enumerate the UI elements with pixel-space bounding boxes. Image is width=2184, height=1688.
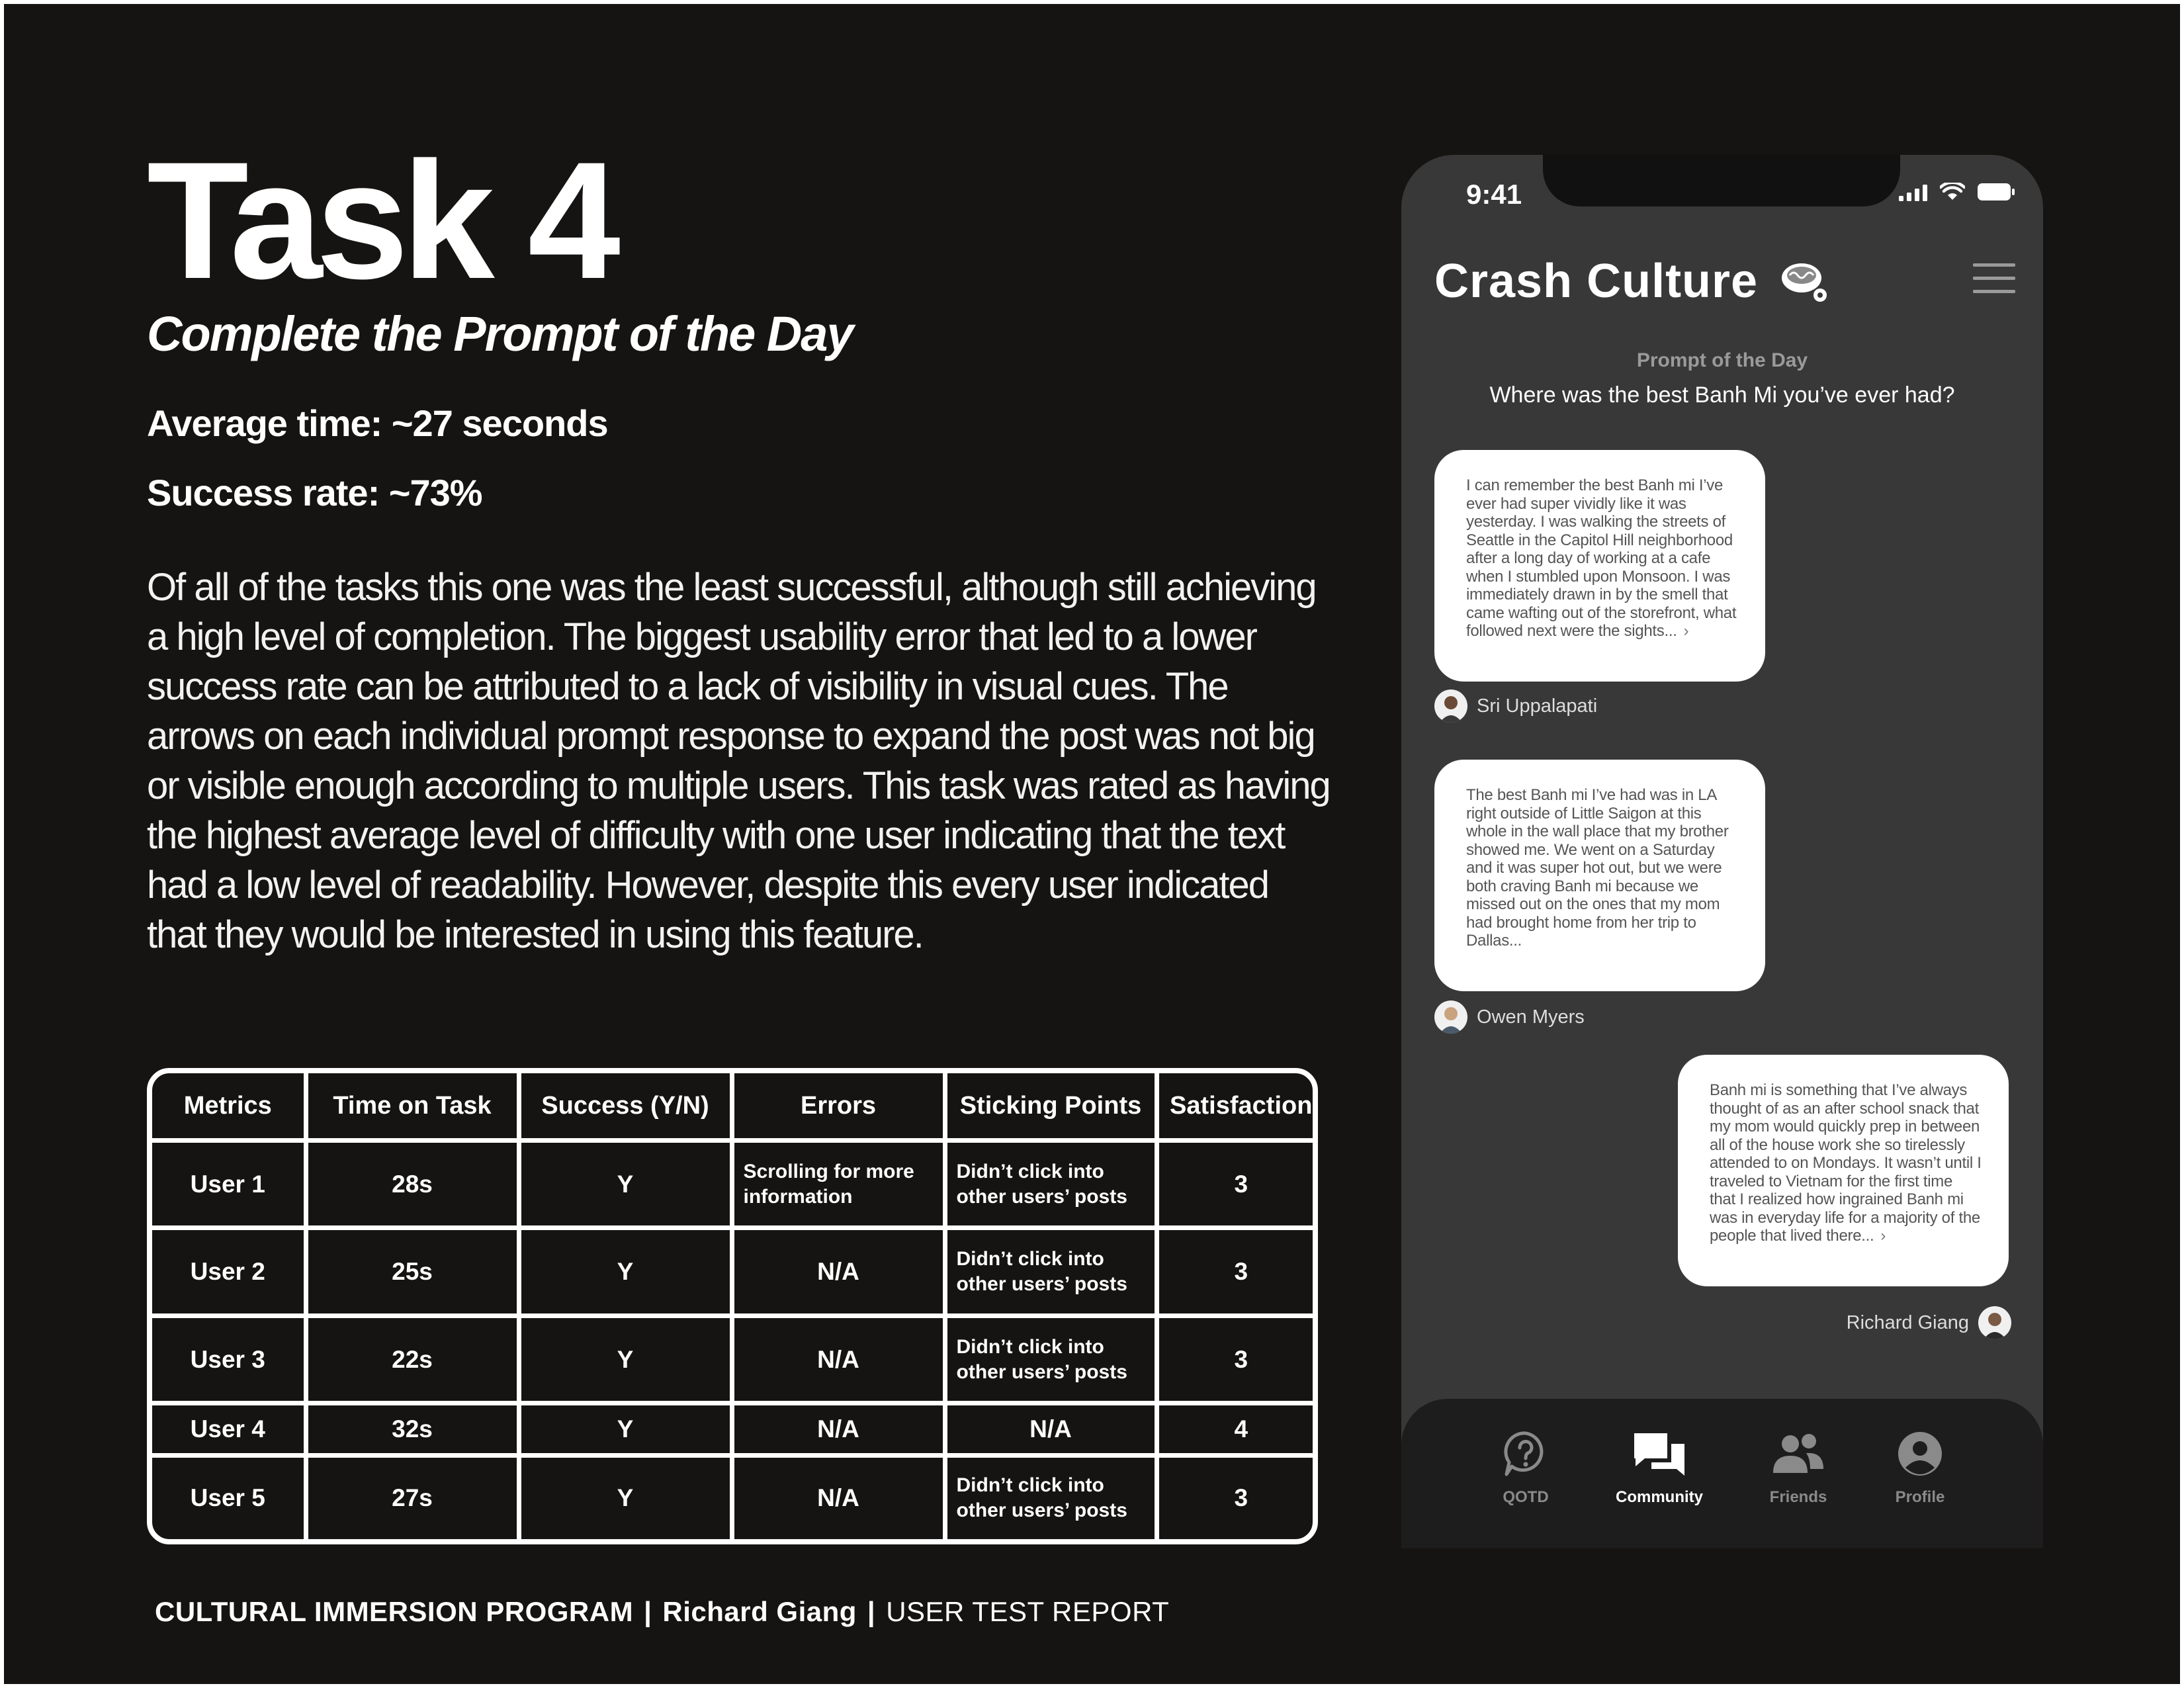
- post-author[interactable]: Richard Giang: [1847, 1306, 2011, 1339]
- signal-icon: [1899, 185, 1927, 201]
- tab-bar: QOTD Community Friends Profile: [1401, 1399, 2043, 1548]
- footer-report: USER TEST REPORT: [886, 1596, 1170, 1627]
- cell-user: User 4: [152, 1401, 308, 1458]
- post-text: Banh mi is something that I’ve always th…: [1710, 1081, 1982, 1245]
- table-row: User 1 28s Y Scrolling for more informat…: [152, 1137, 1313, 1231]
- cell-satisfaction: 3: [1154, 1225, 1313, 1318]
- footer-program: CULTURAL IMMERSION PROGRAM: [155, 1596, 634, 1627]
- noodle-bowl-icon: [1782, 263, 1827, 302]
- app-title: Crash Culture: [1434, 254, 1836, 308]
- battery-icon: [1978, 183, 2015, 200]
- success-rate: Success rate: ~73%: [147, 472, 483, 513]
- cell-sticking-points: Didn’t click into other users’ posts: [942, 1452, 1159, 1539]
- post-text: I can remember the best Banh mi I’ve eve…: [1466, 476, 1737, 640]
- cell-success: Y: [516, 1137, 734, 1231]
- tab-label: QOTD: [1503, 1488, 1549, 1506]
- cell-satisfaction: 3: [1154, 1137, 1313, 1231]
- cell-time: 27s: [303, 1452, 521, 1539]
- footer-author: Richard Giang: [662, 1596, 857, 1627]
- status-time: 9:41: [1466, 179, 1522, 210]
- cell-time: 22s: [303, 1313, 521, 1406]
- prompt-question: Where was the best Banh Mi you’ve ever h…: [1489, 382, 1955, 408]
- tab-community[interactable]: Community: [1593, 1429, 1725, 1507]
- table-row: User 3 22s Y N/A Didn’t click into other…: [152, 1313, 1313, 1406]
- tab-qotd[interactable]: QOTD: [1460, 1429, 1592, 1507]
- expand-chevron-icon[interactable]: ›: [1684, 622, 1689, 640]
- average-time: Average time: ~27 seconds: [147, 402, 609, 444]
- metrics-table: Metrics Time on Task Success (Y/N) Error…: [147, 1068, 1318, 1544]
- page-title: Task 4: [147, 128, 621, 314]
- table-header-row: Metrics Time on Task Success (Y/N) Error…: [152, 1073, 1313, 1143]
- avatar: [1434, 1000, 1467, 1034]
- header-satisfaction: Satisfaction: [1154, 1073, 1313, 1143]
- table-row: User 5 27s Y N/A Didn’t click into other…: [152, 1452, 1313, 1539]
- footer-separator: |: [867, 1596, 876, 1627]
- cell-time: 25s: [303, 1225, 521, 1318]
- header-sticking-points: Sticking Points: [942, 1073, 1159, 1143]
- cell-sticking-points: Didn’t click into other users’ posts: [942, 1137, 1159, 1231]
- user-circle-icon: [1898, 1432, 1942, 1476]
- cell-satisfaction: 3: [1154, 1452, 1313, 1539]
- chat-bubbles-icon: [1634, 1433, 1684, 1476]
- cell-user: User 3: [152, 1313, 308, 1406]
- phone-notch: [1543, 155, 1900, 206]
- cell-user: User 5: [152, 1452, 308, 1539]
- tab-friends[interactable]: Friends: [1732, 1429, 1864, 1507]
- cell-success: Y: [516, 1401, 734, 1458]
- question-bubble-icon: [1504, 1431, 1544, 1476]
- task-description: Of all of the tasks this one was the lea…: [147, 566, 1331, 956]
- cell-sticking-points: Didn’t click into other users’ posts: [942, 1225, 1159, 1318]
- tab-label: Community: [1616, 1488, 1703, 1506]
- wifi-icon: [1940, 183, 1965, 200]
- cell-satisfaction: 3: [1154, 1313, 1313, 1406]
- cell-success: Y: [516, 1313, 734, 1406]
- post-author[interactable]: Owen Myers: [1434, 1000, 1585, 1034]
- cell-user: User 1: [152, 1137, 308, 1231]
- table-row: User 2 25s Y N/A Didn’t click into other…: [152, 1225, 1313, 1318]
- phone-mockup: 9:41 Crash Culture Prompt of the Day Whe…: [1401, 155, 2043, 1548]
- cell-sticking-points: N/A: [942, 1401, 1159, 1458]
- cell-success: Y: [516, 1452, 734, 1539]
- app-title-text: Crash Culture: [1434, 255, 1759, 308]
- cell-errors: N/A: [729, 1401, 947, 1458]
- post-author[interactable]: Sri Uppalapati: [1434, 689, 1597, 723]
- tab-label: Friends: [1769, 1488, 1827, 1506]
- post-bubble[interactable]: Banh mi is something that I’ve always th…: [1678, 1055, 2009, 1286]
- status-icons: [1899, 183, 2015, 201]
- cell-errors: N/A: [729, 1452, 947, 1539]
- cell-errors: N/A: [729, 1313, 947, 1406]
- post-bubble[interactable]: The best Banh mi I’ve had was in LA righ…: [1434, 760, 1765, 991]
- avatar: [1434, 689, 1467, 723]
- menu-icon[interactable]: [1973, 262, 2015, 295]
- cell-errors: Scrolling for more information: [729, 1137, 947, 1231]
- post-text: The best Banh mi I’ve had was in LA righ…: [1466, 786, 1729, 950]
- header-success: Success (Y/N): [516, 1073, 734, 1143]
- cell-satisfaction: 4: [1154, 1401, 1313, 1458]
- author-name: Owen Myers: [1477, 1006, 1585, 1028]
- header-time-on-task: Time on Task: [303, 1073, 521, 1143]
- expand-chevron-icon[interactable]: ›: [1880, 1227, 1886, 1245]
- people-icon: [1773, 1434, 1823, 1473]
- footer-separator: |: [644, 1596, 652, 1627]
- avatar: [1978, 1306, 2011, 1339]
- header-errors: Errors: [729, 1073, 947, 1143]
- author-name: Sri Uppalapati: [1477, 695, 1598, 717]
- cell-sticking-points: Didn’t click into other users’ posts: [942, 1313, 1159, 1406]
- tab-label: Profile: [1895, 1488, 1945, 1506]
- table-row: User 4 32s Y N/A N/A 4: [152, 1401, 1313, 1458]
- prompt-label: Prompt of the Day: [1636, 349, 1808, 371]
- cell-errors: N/A: [729, 1225, 947, 1318]
- post-bubble[interactable]: I can remember the best Banh mi I’ve eve…: [1434, 450, 1765, 682]
- cell-time: 32s: [303, 1401, 521, 1458]
- header-metrics: Metrics: [152, 1073, 308, 1143]
- page-subtitle: Complete the Prompt of the Day: [147, 306, 854, 361]
- tab-profile[interactable]: Profile: [1854, 1429, 1986, 1507]
- footer: CULTURAL IMMERSION PROGRAM | Richard Giang…: [155, 1596, 1169, 1628]
- cell-success: Y: [516, 1225, 734, 1318]
- cell-user: User 2: [152, 1225, 308, 1318]
- author-name: Richard Giang: [1846, 1311, 1969, 1333]
- cell-time: 28s: [303, 1137, 521, 1231]
